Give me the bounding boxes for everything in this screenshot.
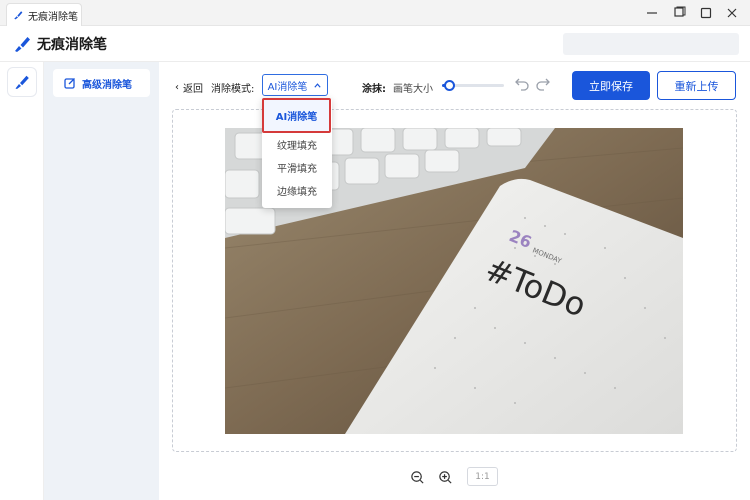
slider-thumb[interactable] xyxy=(444,80,455,91)
back-label: 返回 xyxy=(183,84,203,95)
chevron-up-icon xyxy=(314,82,322,88)
maximize-button[interactable] xyxy=(698,5,714,21)
window-tab[interactable]: 无痕消除笔 xyxy=(6,3,82,26)
brand: 无痕消除笔 xyxy=(13,34,107,54)
chevron-left-icon: ‹ xyxy=(175,82,179,93)
minimize-button[interactable] xyxy=(644,5,660,21)
brand-name: 无痕消除笔 xyxy=(37,37,107,53)
tool-rail xyxy=(0,62,44,500)
zoom-out-icon xyxy=(411,470,424,484)
close-button[interactable] xyxy=(724,5,740,21)
mode-label: 消除模式: xyxy=(211,84,255,95)
edit-square-icon xyxy=(64,78,75,89)
header-blank-field xyxy=(563,33,739,55)
minimize-icon xyxy=(647,12,657,14)
brush-label: 涂抹: xyxy=(362,84,386,95)
window-titlebar: 无痕消除笔 xyxy=(0,0,750,26)
brush-size-label: 画笔大小 xyxy=(393,84,433,95)
mode-option-edge-fill[interactable]: 边缘填充 xyxy=(262,179,332,201)
restore-icon xyxy=(674,6,686,17)
eraser-pen-icon xyxy=(15,37,30,52)
zoom-out-button[interactable] xyxy=(410,467,425,487)
brush-size-slider[interactable] xyxy=(442,78,504,92)
close-icon xyxy=(727,8,737,18)
eraser-tool-button[interactable] xyxy=(8,68,36,96)
redo-button[interactable] xyxy=(535,75,551,93)
redo-icon xyxy=(536,78,550,91)
tab-title: 无痕消除笔 xyxy=(28,11,78,23)
zoom-ratio-button[interactable]: 1:1 xyxy=(467,467,498,486)
side-panel: 高级消除笔 xyxy=(44,62,159,500)
maximize-icon xyxy=(700,7,712,19)
sidebar-item-advanced-eraser[interactable]: 高级消除笔 xyxy=(53,69,150,97)
mode-option-smooth-fill[interactable]: 平滑填充 xyxy=(262,156,332,178)
mode-option-ai-eraser[interactable]: AI消除笔 xyxy=(262,98,331,133)
restore-button[interactable] xyxy=(672,5,688,21)
zoom-in-icon xyxy=(439,470,452,484)
zoom-in-button[interactable] xyxy=(438,467,453,487)
mode-select-value: AI消除笔 xyxy=(267,81,308,93)
save-button[interactable]: 立即保存 xyxy=(572,71,650,100)
undo-icon xyxy=(515,78,529,91)
app-header: 无痕消除笔 xyxy=(0,26,750,62)
undo-button[interactable] xyxy=(514,75,530,93)
reupload-button[interactable]: 重新上传 xyxy=(657,71,736,100)
mode-dropdown: AI消除笔 纹理填充 平滑填充 边缘填充 xyxy=(262,98,332,208)
mode-option-texture-fill[interactable]: 纹理填充 xyxy=(262,133,332,155)
app-logo-icon xyxy=(14,11,23,20)
eraser-pen-icon xyxy=(15,75,29,89)
mode-select[interactable]: AI消除笔 xyxy=(262,74,328,96)
back-button[interactable]: ‹ 返回 xyxy=(175,80,203,95)
sidebar-item-label: 高级消除笔 xyxy=(82,79,132,91)
